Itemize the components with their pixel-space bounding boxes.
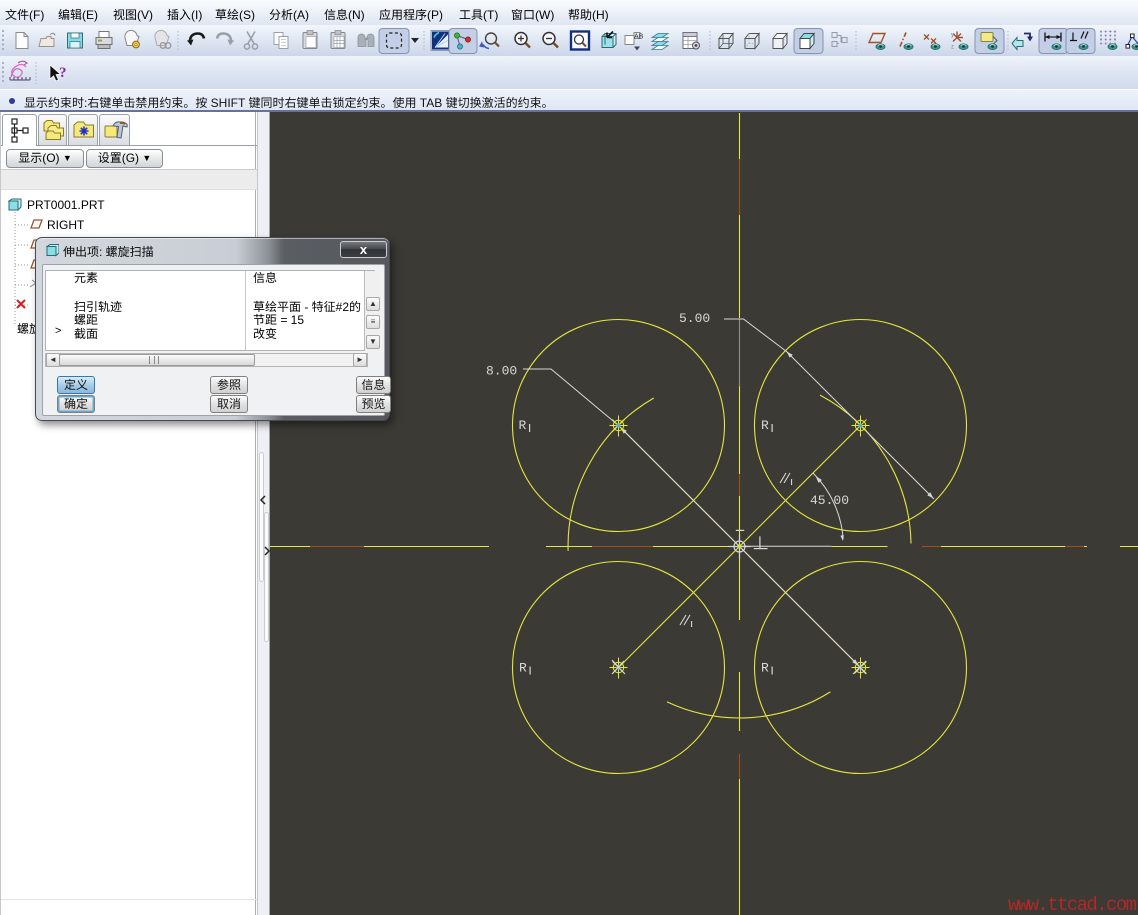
svg-text:R: R bbox=[761, 418, 769, 433]
svg-text:AB: AB bbox=[634, 34, 644, 41]
svg-text:5.00: 5.00 bbox=[679, 311, 710, 326]
svg-text:R: R bbox=[519, 418, 527, 433]
svg-text:R: R bbox=[519, 661, 527, 676]
svg-text:y: y bbox=[951, 33, 954, 39]
svg-text:?: ? bbox=[59, 65, 67, 81]
svg-text:R: R bbox=[761, 661, 769, 676]
svg-text:45.00: 45.00 bbox=[810, 493, 849, 508]
svg-text:z: z bbox=[951, 45, 954, 51]
svg-text:8.00: 8.00 bbox=[486, 364, 517, 379]
